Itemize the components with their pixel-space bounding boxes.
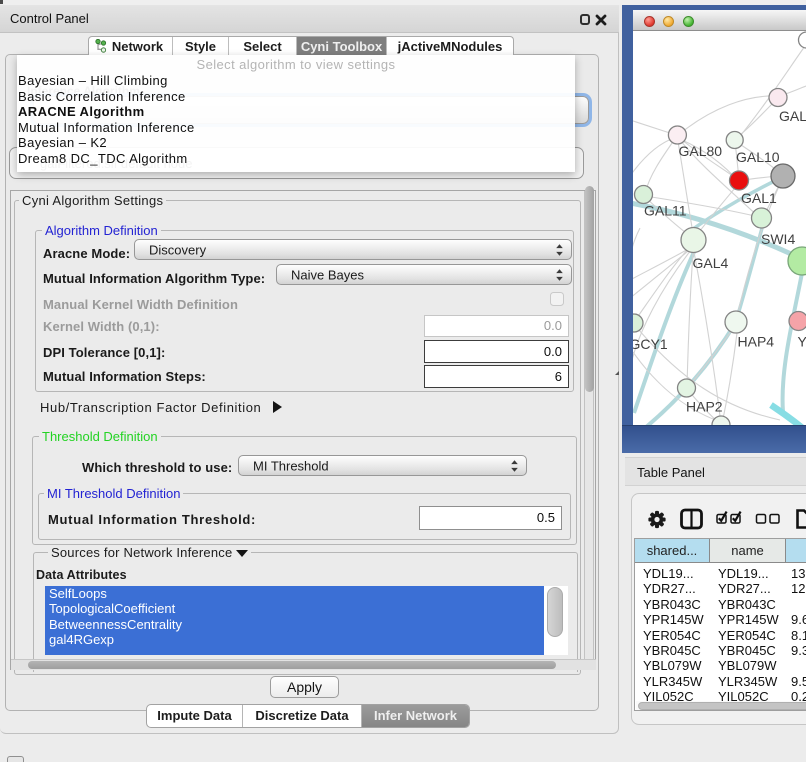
svg-text:SWI4: SWI4 [761,231,795,247]
svg-text:HAP4: HAP4 [738,334,775,350]
svg-text:GAL2: GAL2 [779,108,806,124]
svg-text:GAL11: GAL11 [644,203,687,219]
svg-text:GAL10: GAL10 [736,149,780,165]
svg-text:GAL1: GAL1 [741,190,777,206]
svg-text:YJ: YJ [798,334,806,350]
svg-text:GAL80: GAL80 [679,143,723,159]
svg-text:HAP2: HAP2 [686,399,723,415]
svg-text:GAL4: GAL4 [693,255,729,271]
svg-text:GCY1: GCY1 [633,336,668,352]
